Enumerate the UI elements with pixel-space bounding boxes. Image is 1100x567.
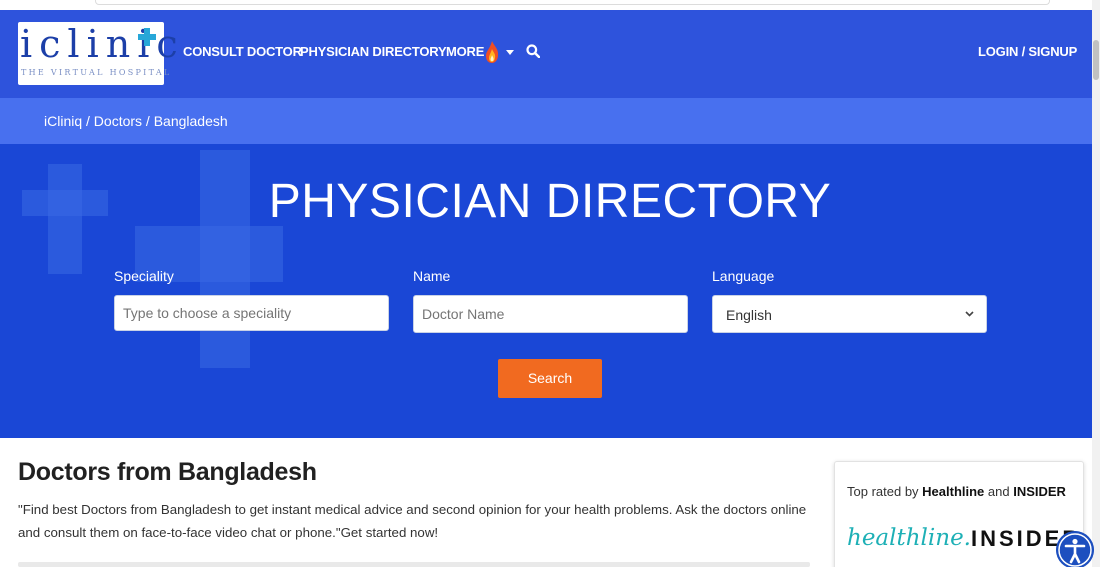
logo-wordmark: iclinic	[20, 22, 185, 66]
language-selected-value: English	[726, 307, 772, 323]
doctors-heading: Doctors from Bangladesh	[18, 458, 317, 486]
breadcrumb-bar: iCliniq / Doctors / Bangladesh	[0, 98, 1092, 144]
logo-tagline: THE VIRTUAL HOSPITAL	[21, 68, 172, 77]
rating-card: Top rated by Healthline and INSIDER heal…	[834, 461, 1084, 567]
list-top-divider	[18, 562, 810, 567]
scrollbar[interactable]	[1092, 0, 1100, 567]
logo-cross-icon	[138, 28, 156, 46]
scrollbar-thumb[interactable]	[1093, 40, 1099, 80]
top-rated-prefix: Top rated by	[847, 484, 923, 499]
hero-search-section: PHYSICIAN DIRECTORY Speciality Name Lang…	[0, 144, 1092, 438]
doctors-description: "Find best Doctors from Bangladesh to ge…	[18, 502, 807, 540]
language-label: Language	[712, 268, 775, 284]
iclinic-logo[interactable]: iclinic THE VIRTUAL HOSPITAL	[18, 22, 178, 85]
browser-top-strip	[0, 0, 1100, 10]
nav-physician-directory[interactable]: PHYSICIAN DIRECTORY	[300, 44, 447, 59]
speciality-label: Speciality	[114, 268, 174, 284]
top-rated-joiner: and	[984, 484, 1014, 499]
top-rated-text: Top rated by Healthline and INSIDER	[847, 484, 1066, 499]
flame-icon	[486, 41, 499, 63]
healthline-logo: healthline.	[847, 525, 971, 551]
accessibility-icon[interactable]	[1056, 531, 1094, 567]
nav-more[interactable]: MORE	[446, 44, 484, 59]
healthline-name: Healthline	[922, 484, 985, 499]
doctor-name-input[interactable]	[413, 295, 688, 333]
chevron-down-icon[interactable]	[506, 50, 514, 55]
login-signup-link[interactable]: LOGIN / SIGNUP	[978, 44, 1077, 59]
name-label: Name	[413, 268, 451, 284]
chevron-down-icon	[965, 311, 974, 317]
insider-name: INSIDER	[1013, 484, 1066, 499]
nav-consult-doctor[interactable]: CONSULT DOCTOR	[183, 44, 302, 59]
breadcrumb[interactable]: iCliniq / Doctors / Bangladesh	[44, 113, 228, 129]
page-title: PHYSICIAN DIRECTORY	[268, 175, 832, 228]
language-select[interactable]: English	[712, 295, 987, 333]
search-icon[interactable]	[526, 44, 540, 58]
search-button[interactable]: Search	[498, 359, 602, 398]
speciality-input[interactable]	[114, 295, 389, 331]
top-navbar: iclinic THE VIRTUAL HOSPITAL CONSULT DOC…	[0, 10, 1092, 98]
address-bar-edge	[95, 0, 1050, 5]
